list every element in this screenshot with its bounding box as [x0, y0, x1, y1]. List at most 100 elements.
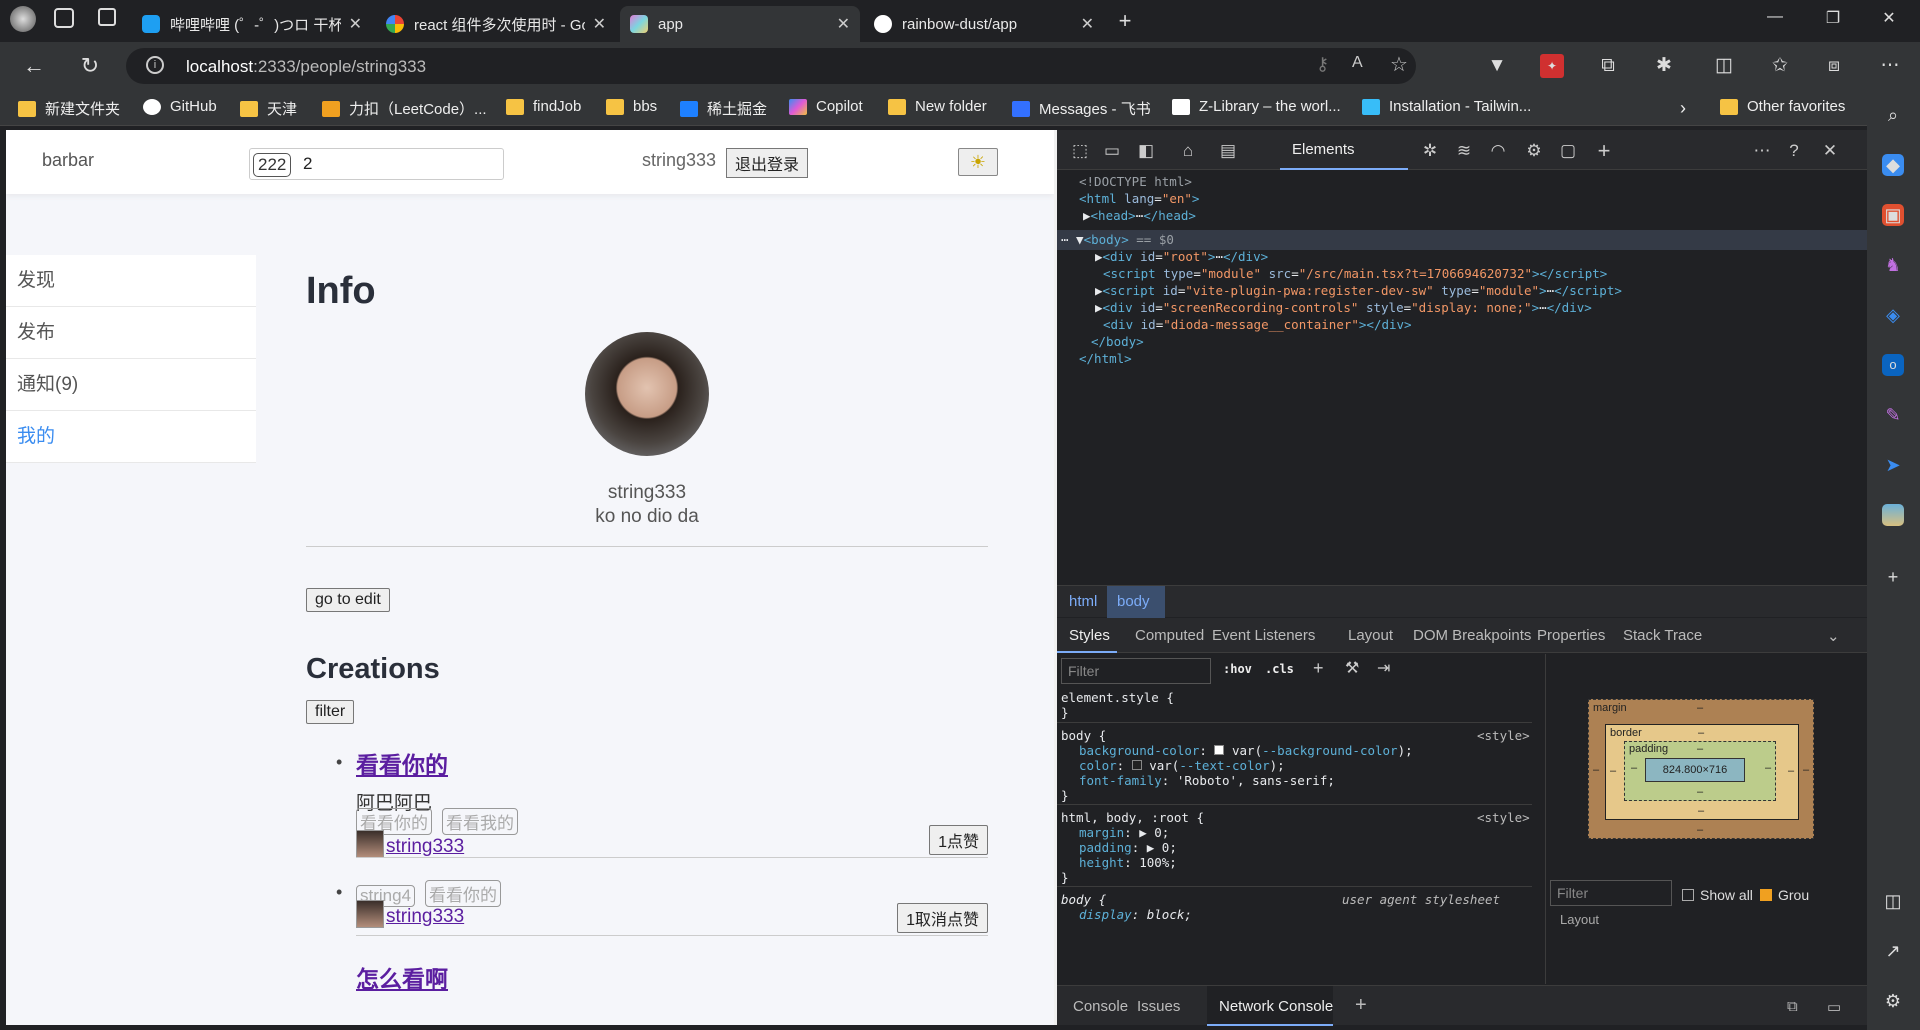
computed-filter-input[interactable]: Filter [1550, 880, 1672, 906]
search-icon[interactable]: ⌕ [1882, 104, 1904, 126]
profile-avatar[interactable] [10, 6, 36, 32]
new-rule-icon[interactable]: + [1313, 658, 1324, 679]
tab-layout[interactable]: Layout [1348, 627, 1393, 644]
add-drawer-tab-icon[interactable]: + [1355, 994, 1367, 1017]
welcome-home-icon[interactable]: ⌂ [1177, 140, 1199, 162]
wallpaper-icon[interactable] [1882, 504, 1904, 526]
dom-line[interactable]: ▶<script id="vite-plugin-pwa:register-de… [1095, 283, 1622, 298]
dock-drawer-icon[interactable]: ⧉ [1787, 998, 1798, 1015]
dom-line[interactable]: <!DOCTYPE html> [1079, 174, 1192, 189]
tab-network-console[interactable]: Network Console [1219, 998, 1333, 1015]
bookmark-folder[interactable]: New folder [888, 98, 987, 115]
bookmark-github[interactable]: GitHub [143, 98, 217, 115]
box-model-border[interactable]: border – – – – padding – – – – 824.800×7… [1605, 724, 1799, 820]
settings-gear-icon[interactable]: ⚙ [1882, 990, 1904, 1012]
filter-button[interactable]: filter [306, 700, 355, 724]
hide-sidebar-icon[interactable]: ◫ [1882, 890, 1904, 912]
dom-line[interactable]: <script type="module" src="/src/main.tsx… [1103, 266, 1607, 281]
sources-bug-icon[interactable]: ✲ [1419, 140, 1441, 162]
bookmark-folder[interactable]: 新建文件夹 [18, 98, 120, 119]
inspect-icon[interactable]: ⬚ [1069, 140, 1091, 162]
styles-rules[interactable]: element.style { } body { <style> backgro… [1057, 690, 1532, 990]
box-model-content[interactable]: 824.800×716 [1645, 758, 1745, 782]
breadcrumb-html[interactable]: html [1069, 593, 1097, 610]
tab-computed[interactable]: Computed [1135, 627, 1204, 644]
add-sidebar-icon[interactable]: + [1882, 566, 1904, 588]
tab-stack-trace[interactable]: Stack Trace [1623, 627, 1702, 644]
key-icon[interactable]: ⚷ [1316, 54, 1329, 75]
dom-line[interactable]: ▶<head>⋯</head> [1083, 208, 1196, 223]
restore-icon[interactable]: ❐ [1818, 8, 1848, 32]
read-aloud-icon[interactable]: A [1352, 54, 1363, 72]
theme-toggle-sun-icon[interactable]: ☀ [958, 148, 998, 176]
tab-app[interactable]: app ✕ [620, 6, 860, 42]
tab-console[interactable]: Console [1073, 998, 1128, 1015]
creation-author[interactable]: string333 [356, 830, 464, 858]
tab-properties[interactable]: Properties [1537, 627, 1605, 644]
creation-title-link[interactable]: 怎么看啊 [356, 960, 448, 994]
tab-elements[interactable]: Elements [1280, 130, 1408, 170]
extension-red-icon[interactable]: ✦ [1540, 54, 1564, 78]
creation-title-link[interactable]: 看看你的 [356, 746, 448, 780]
hov-toggle[interactable]: :hov [1223, 662, 1252, 676]
sidebar-toggle-icon[interactable]: ⇥ [1377, 658, 1390, 678]
new-tab-icon[interactable]: + [1110, 8, 1140, 33]
show-all-checkbox[interactable] [1682, 889, 1694, 901]
bookmark-tailwind[interactable]: Installation - Tailwin... [1362, 98, 1531, 115]
rule-source[interactable]: <style> [1477, 810, 1530, 825]
bookmark-folder[interactable]: findJob [506, 98, 581, 115]
close-tab-icon[interactable]: ✕ [349, 14, 362, 34]
dom-line[interactable]: ▶<div id="root">⋯</div> [1095, 249, 1268, 264]
tab-github[interactable]: rainbow-dust/app ✕ [864, 6, 1104, 42]
rule-source[interactable]: <style> [1477, 728, 1530, 743]
chevron-down-icon[interactable]: ⌄ [1827, 627, 1840, 645]
more-options-icon[interactable]: ⋯ [1751, 140, 1773, 162]
favorites-icon[interactable]: ✩ [1768, 54, 1792, 78]
bookmark-other-favorites[interactable]: Other favorites [1720, 98, 1845, 115]
styles-filter-input[interactable]: Filter [1061, 658, 1211, 684]
bookmark-folder[interactable]: 天津 [240, 98, 297, 119]
layout-section-label[interactable]: Layout [1560, 912, 1599, 927]
close-drawer-icon[interactable]: ▭ [1827, 998, 1841, 1016]
nav-mine[interactable]: 我的 [6, 411, 256, 463]
bookmark-folder[interactable]: bbs [606, 98, 657, 115]
tab-issues[interactable]: Issues [1137, 998, 1180, 1015]
close-tab-icon[interactable]: ✕ [1081, 14, 1094, 34]
dom-tree[interactable]: <!DOCTYPE html> <html lang="en"> ▶<head>… [1057, 170, 1867, 600]
help-icon[interactable]: ? [1783, 140, 1805, 162]
back-icon[interactable]: ← [18, 50, 50, 82]
nav-notifications[interactable]: 通知(9) [6, 359, 256, 411]
reload-icon[interactable]: ↻ [74, 50, 106, 82]
author-name-link[interactable]: string333 [386, 906, 464, 928]
creation-author[interactable]: string333 [356, 900, 464, 928]
dom-line[interactable]: </body> [1091, 334, 1144, 349]
dom-line[interactable]: </html> [1079, 351, 1132, 366]
dom-line[interactable]: <div id="dioda-message__container"></div… [1103, 317, 1412, 332]
shopping-icon[interactable]: ◆ [1882, 154, 1904, 176]
site-info-icon[interactable]: i [146, 56, 164, 74]
bookmark-juejin[interactable]: 稀土掘金 [680, 98, 767, 119]
send-icon[interactable]: ➤ [1882, 454, 1904, 476]
performance-icon[interactable]: ◠ [1487, 140, 1509, 162]
vue-devtools-icon[interactable]: ▼ [1485, 54, 1509, 78]
nav-discover[interactable]: 发现 [6, 255, 256, 307]
network-wifi-icon[interactable]: ≋ [1453, 140, 1475, 162]
bookmark-zlibrary[interactable]: Z-Library – the worl... [1172, 98, 1341, 115]
paint-brush-icon[interactable]: ⚒ [1345, 658, 1359, 678]
tab-event-listeners[interactable]: Event Listeners [1212, 627, 1315, 644]
dom-line[interactable]: ⋯ ▼<body> == $0 [1061, 232, 1174, 247]
external-link-icon[interactable]: ↗ [1882, 940, 1904, 962]
extensions-icon[interactable]: ✱ [1652, 54, 1676, 78]
add-tab-icon[interactable]: + [1593, 140, 1615, 162]
close-devtools-icon[interactable]: ✕ [1819, 140, 1841, 162]
box-model-padding[interactable]: padding – – – – 824.800×716 [1624, 741, 1776, 801]
bookmarks-overflow-icon[interactable]: › [1680, 98, 1686, 119]
bookmark-leetcode[interactable]: 力扣（LeetCode）... [322, 98, 487, 119]
url-field[interactable]: i localhost:2333/people/string333 ⚷ A ☆ [126, 48, 1416, 84]
badge-input[interactable]: 222 2 [249, 148, 504, 180]
close-tab-icon[interactable]: ✕ [837, 14, 850, 34]
copilot-icon[interactable]: ◈ [1882, 304, 1904, 326]
vertical-tabs-icon[interactable] [98, 8, 116, 26]
bookmark-copilot[interactable]: Copilot [789, 98, 863, 115]
tools-icon[interactable]: ▣ [1882, 204, 1904, 226]
